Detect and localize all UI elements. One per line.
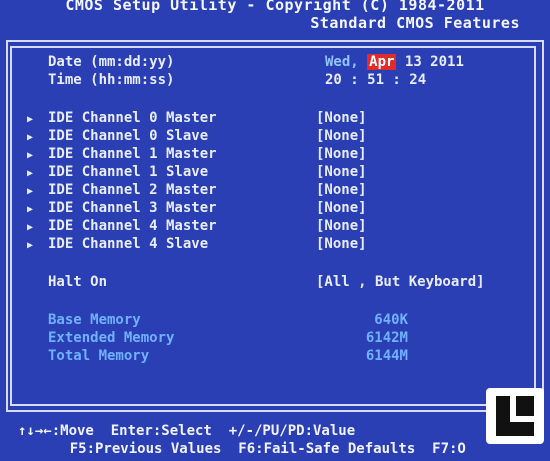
page-title: Standard CMOS Features (310, 14, 520, 32)
ide-2-master-value[interactable]: [None] (316, 182, 367, 198)
time-value[interactable]: 20 : 51 : 24 (325, 72, 426, 88)
submenu-arrow-icon: ▶ (27, 186, 34, 197)
ide-1-slave-label[interactable]: IDE Channel 1 Slave (48, 164, 208, 180)
time-label: Time (hh:mm:ss) (48, 72, 175, 88)
base-memory-label: Base Memory (48, 312, 141, 328)
ide-2-master-label[interactable]: IDE Channel 2 Master (48, 182, 217, 198)
ide-4-master-label[interactable]: IDE Channel 4 Master (48, 218, 217, 234)
ide-0-slave-label[interactable]: IDE Channel 0 Slave (48, 128, 208, 144)
ide-1-master-label[interactable]: IDE Channel 1 Master (48, 146, 217, 162)
bios-title: CMOS Setup Utility - Copyright (C) 1984-… (65, 0, 485, 14)
date-day: Wed, (325, 54, 359, 70)
ide-1-slave-value[interactable]: [None] (316, 164, 367, 180)
ide-4-master-value[interactable]: [None] (316, 218, 367, 234)
date-value[interactable]: Wed, Apr 13 2011 (325, 54, 464, 70)
submenu-arrow-icon: ▶ (27, 114, 34, 125)
ide-4-slave-label[interactable]: IDE Channel 4 Slave (48, 236, 208, 252)
key-help-line-1: ↑↓→←:Move Enter:Select +/-/PU/PD:Value (18, 423, 356, 439)
submenu-arrow-icon: ▶ (27, 150, 34, 161)
ide-0-master-label[interactable]: IDE Channel 0 Master (48, 110, 217, 126)
base-memory-value: 640K (374, 312, 408, 328)
total-memory-value: 6144M (365, 348, 408, 364)
submenu-arrow-icon: ▶ (27, 240, 34, 251)
ide-3-master-label[interactable]: IDE Channel 3 Master (48, 200, 217, 216)
submenu-arrow-icon: ▶ (27, 222, 34, 233)
ide-4-slave-value[interactable]: [None] (316, 236, 367, 252)
halt-on-value[interactable]: [All , But Keyboard] (316, 274, 485, 290)
submenu-arrow-icon: ▶ (27, 204, 34, 215)
ide-1-master-value[interactable]: [None] (316, 146, 367, 162)
date-label: Date (mm:dd:yy) (48, 54, 175, 70)
date-month-selected[interactable]: Apr (367, 54, 397, 70)
legit-reviews-logo-icon (486, 388, 544, 444)
ide-0-slave-value[interactable]: [None] (316, 128, 367, 144)
extended-memory-label: Extended Memory (48, 330, 175, 346)
extended-memory-value: 6142M (365, 330, 408, 346)
date-rest: 13 2011 (404, 54, 464, 70)
submenu-arrow-icon: ▶ (27, 132, 34, 143)
halt-on-label[interactable]: Halt On (48, 274, 107, 290)
ide-0-master-value[interactable]: [None] (316, 110, 367, 126)
ide-3-master-value[interactable]: [None] (316, 200, 367, 216)
total-memory-label: Total Memory (48, 348, 150, 364)
submenu-arrow-icon: ▶ (27, 168, 34, 179)
key-help-line-2: F5:Previous Values F6:Fail-Safe Defaults… (36, 441, 466, 457)
